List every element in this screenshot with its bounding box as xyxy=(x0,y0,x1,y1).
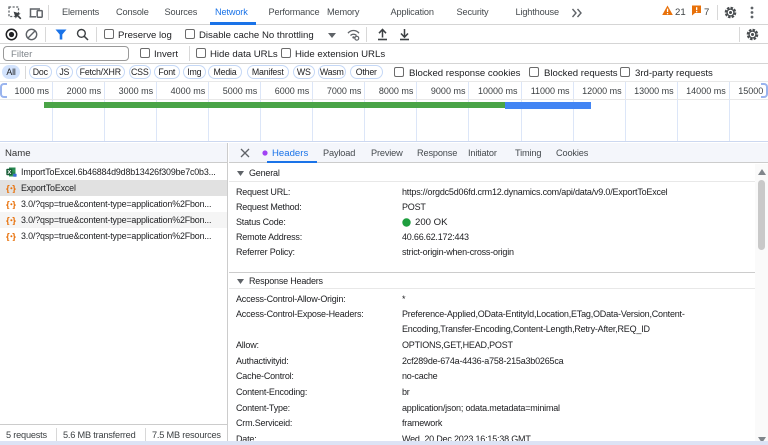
svg-text:}: } xyxy=(12,184,16,194)
svg-text:{: { xyxy=(6,200,10,210)
svg-text:{: { xyxy=(6,216,10,226)
svg-text:}: } xyxy=(12,200,16,210)
svg-text:}: } xyxy=(12,216,16,226)
svg-text:}: } xyxy=(12,232,16,242)
svg-text:{: { xyxy=(6,232,10,242)
svg-text:X: X xyxy=(7,170,11,176)
svg-text:{: { xyxy=(6,184,10,194)
